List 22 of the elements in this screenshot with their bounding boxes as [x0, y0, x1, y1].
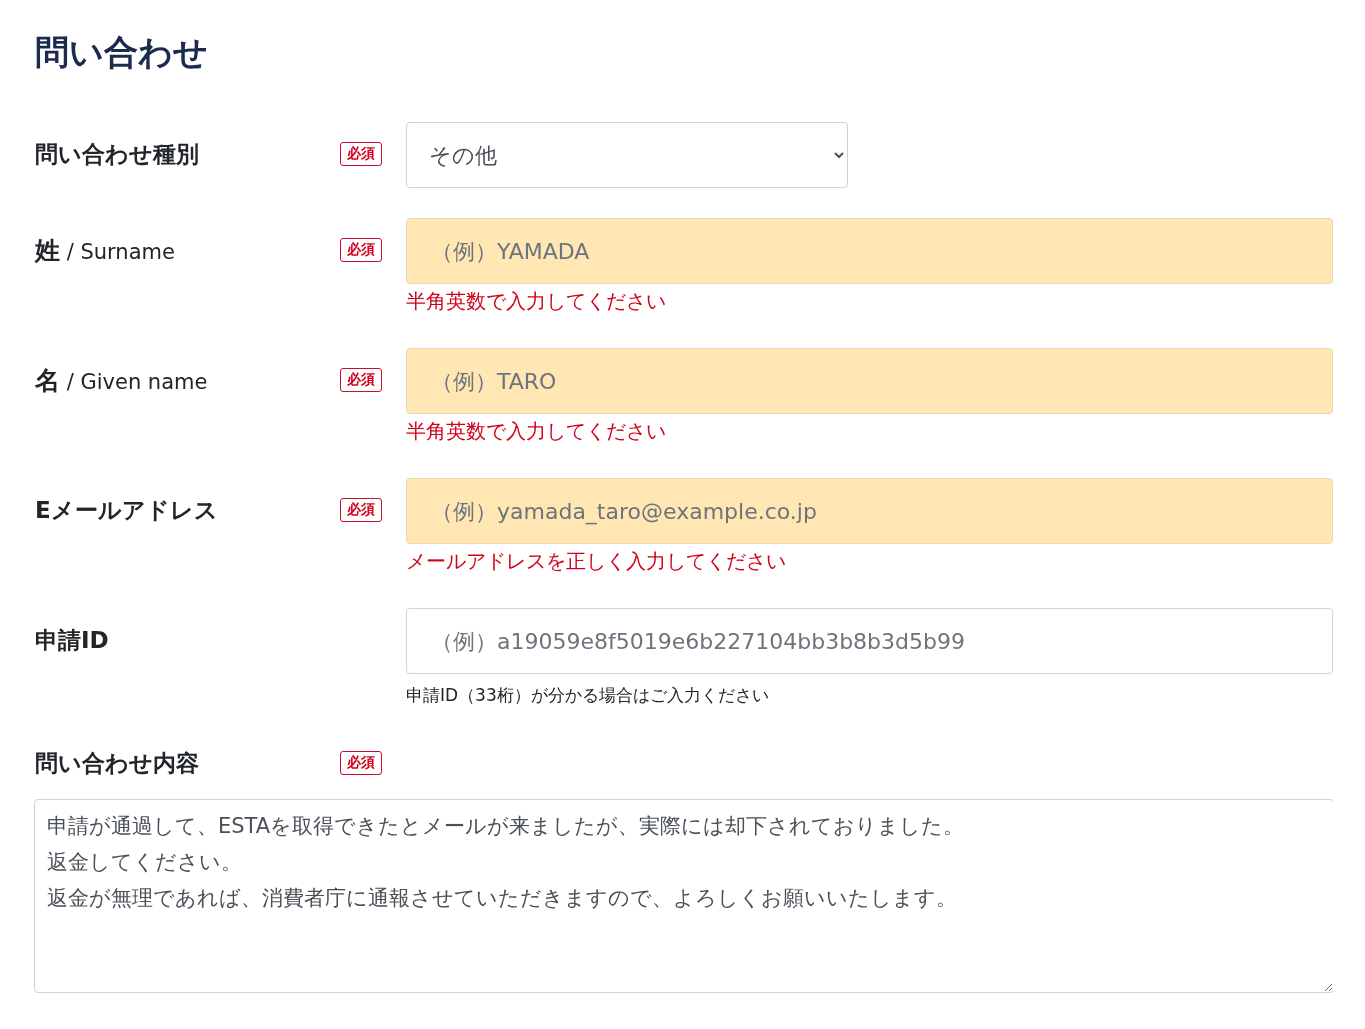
error-message: 半角英数で入力してください [406, 418, 667, 445]
input-field[interactable]: （例）YAMADA [406, 218, 1333, 284]
hint-text: 申請ID（33桁）が分かる場合はご入力ください [406, 684, 770, 707]
required-badge: 必須 [340, 751, 382, 775]
field-label: 姓 / Surname [35, 234, 176, 267]
error-message: 半角英数で入力してください [406, 288, 667, 315]
error-message: メールアドレスを正しく入力してください [406, 548, 787, 575]
required-badge: 必須 [340, 142, 382, 166]
required-badge: 必須 [340, 238, 382, 262]
input-field[interactable]: （例）TARO [406, 348, 1333, 414]
field-label: 申請ID [35, 625, 110, 655]
required-badge: 必須 [340, 368, 382, 392]
type-select[interactable]: その他 [406, 122, 848, 188]
field-label: 名 / Given name [35, 364, 209, 397]
input-field[interactable]: （例）a19059e8f5019e6b227104bb3b8b3d5b99 [406, 608, 1333, 674]
input-field[interactable]: （例）yamada_taro@example.co.jp [406, 478, 1333, 544]
field-label: 問い合わせ内容 [35, 748, 200, 778]
field-label: 問い合わせ種別 [35, 139, 200, 169]
page-title: 問い合わせ [35, 31, 209, 74]
required-badge: 必須 [340, 498, 382, 522]
message-field[interactable]: 申請が通過して、ESTAを取得できたとメールが来ましたが、実際には却下されておりました。 返金してください。 返金が無理であれば、消費者庁に通報させていただきますので、よろしくお願いいたします。 [34, 799, 1333, 993]
field-label: Eメールアドレス [35, 495, 219, 525]
